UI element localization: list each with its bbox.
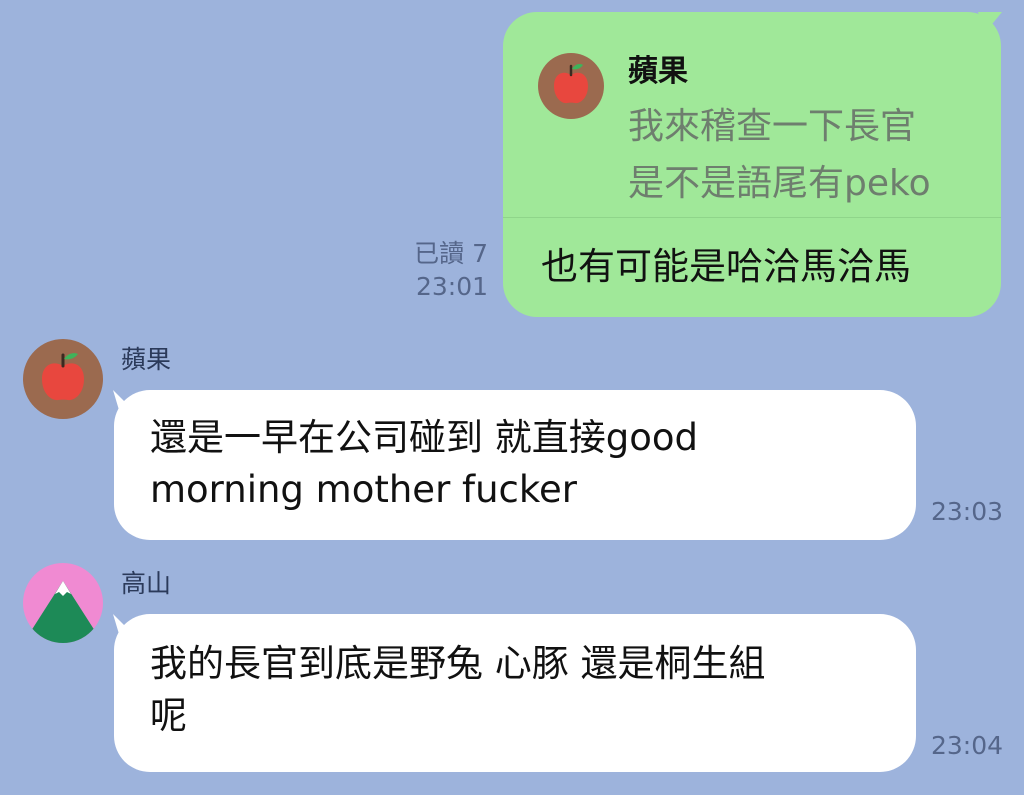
incoming-message-bubble[interactable]: 還是一早在公司碰到 就直接good morning mother fucker [114, 390, 916, 540]
apple-icon [538, 53, 604, 119]
message-time: 23:04 [931, 731, 1004, 760]
incoming-message-bubble[interactable]: 我的長官到底是野兔 心豚 還是桐生組 呢 [114, 614, 916, 772]
read-status: 已讀 7 [414, 239, 488, 268]
message-text: 我的長官到底是野兔 心豚 還是桐生組 呢 [150, 642, 766, 737]
reply-quote[interactable]: 蘋果 我來稽查一下長官 是不是語尾有peko [503, 12, 1001, 218]
message-time: 23:03 [931, 497, 1004, 526]
sender-name: 高山 [121, 569, 172, 598]
outgoing-message-meta: 已讀 7 23:01 [414, 237, 488, 303]
sender-name: 蘋果 [121, 345, 172, 374]
apple-icon[interactable] [23, 339, 103, 419]
reply-quote-text: 我來稽查一下長官 是不是語尾有peko [628, 106, 931, 204]
chat-message-list[interactable]: 蘋果 我來稽查一下長官 是不是語尾有peko 也有可能是哈洽馬洽馬 已讀 7 2… [0, 0, 1024, 795]
outgoing-message-text: 也有可能是哈洽馬洽馬 [541, 245, 911, 288]
reply-quote-sender: 蘋果 [628, 54, 688, 89]
outgoing-message-bubble[interactable]: 蘋果 我來稽查一下長官 是不是語尾有peko 也有可能是哈洽馬洽馬 [503, 12, 1001, 317]
mountain-icon[interactable] [23, 563, 103, 643]
message-time: 23:01 [415, 272, 488, 301]
message-text: 還是一早在公司碰到 就直接good morning mother fucker [150, 416, 699, 511]
